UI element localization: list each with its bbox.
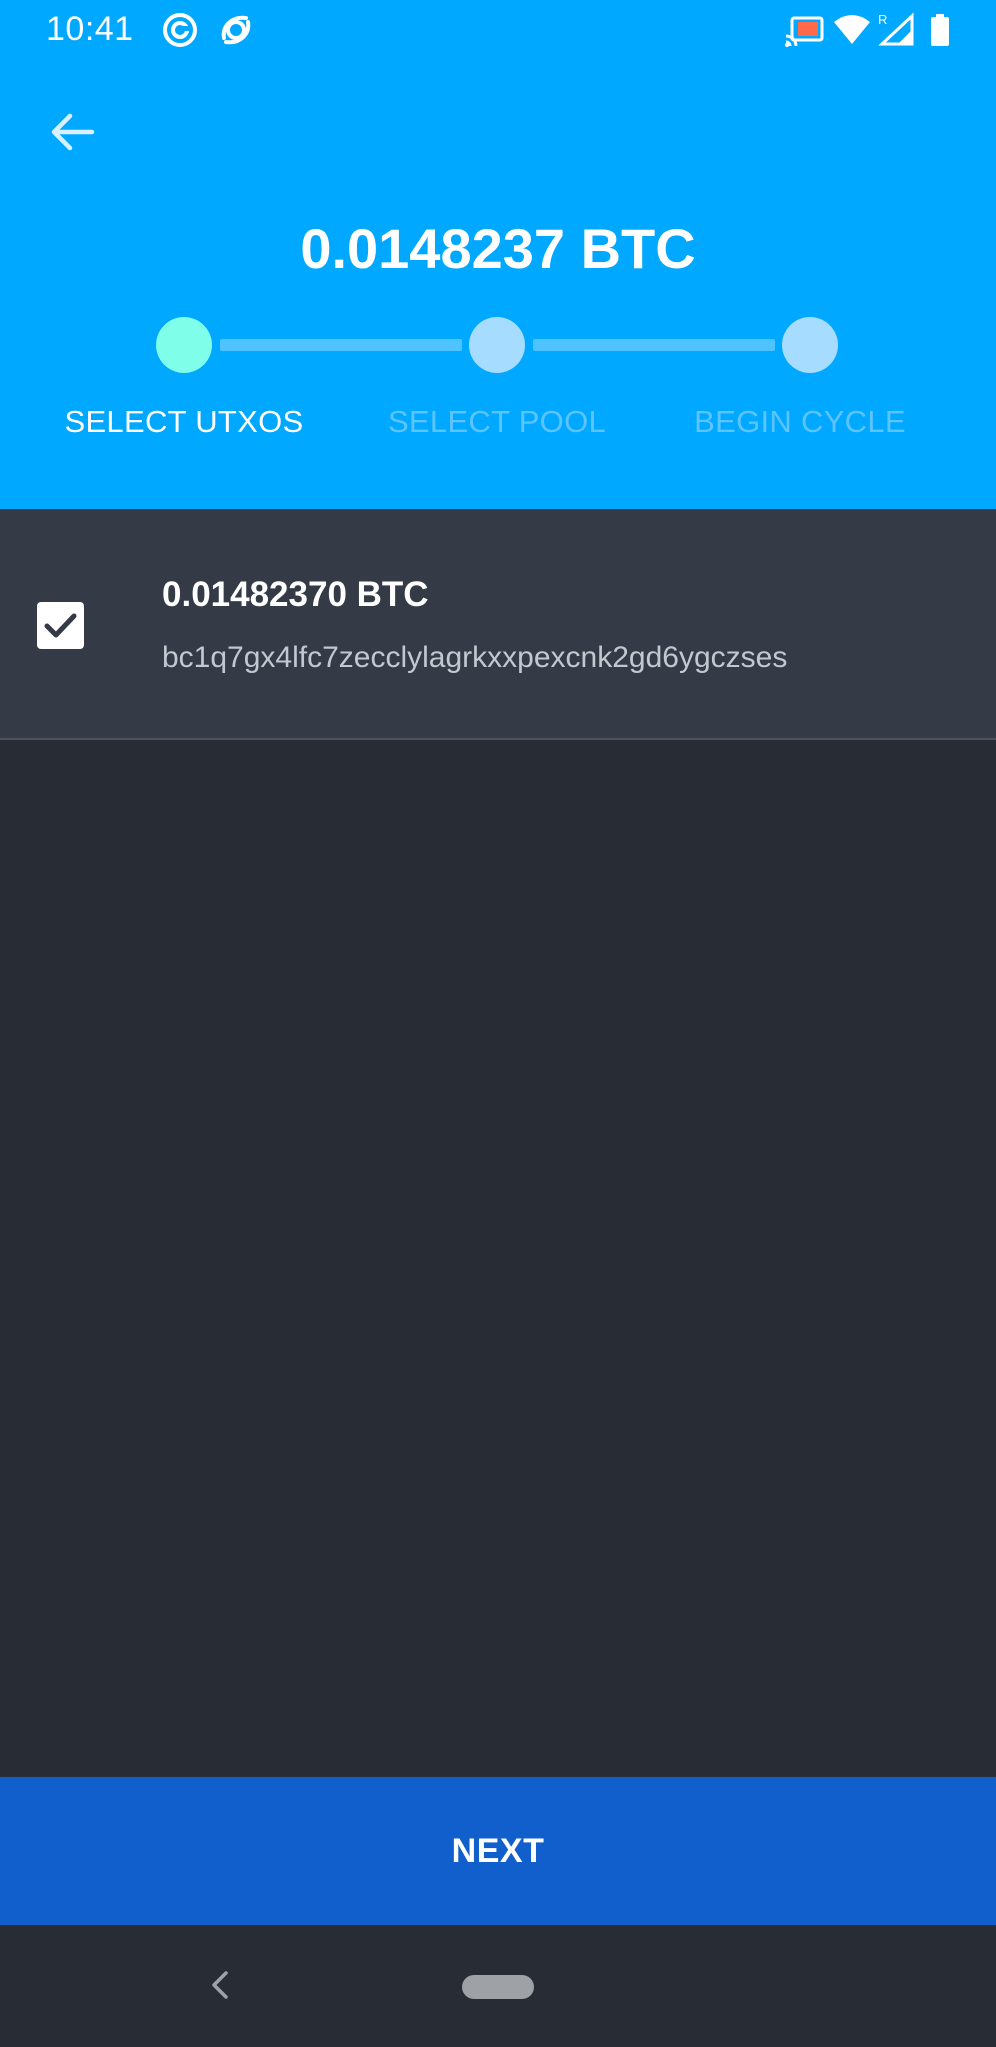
status-bar: 10:41 R <box>0 0 996 62</box>
battery-icon <box>928 12 952 48</box>
svg-text:R: R <box>878 12 887 27</box>
screen: 10:41 R 0.0148237 BTC SELECT UTXOS SELEC… <box>0 0 996 2047</box>
chevron-left-icon <box>212 1971 228 1999</box>
arrow-left-icon <box>51 113 95 151</box>
header: 10:41 R 0.0148237 BTC SELECT UTXOS SELEC… <box>0 0 996 509</box>
cast-icon <box>784 12 826 48</box>
status-time: 10:41 <box>46 10 134 48</box>
stepper-track-1 <box>220 339 462 351</box>
utxo-checkbox[interactable] <box>37 602 84 649</box>
step-dot-select-utxos[interactable] <box>156 317 212 373</box>
step-dot-begin-cycle[interactable] <box>782 317 838 373</box>
utxo-list-item[interactable]: 0.01482370 BTC bc1q7gx4lfc7zecclylagrkxx… <box>0 509 996 740</box>
wifi-icon <box>832 12 872 48</box>
nav-back-button[interactable] <box>204 1965 238 2005</box>
swirl-app-icon <box>218 12 254 48</box>
step-label-begin-cycle: BEGIN CYCLE <box>694 404 906 439</box>
home-pill-icon[interactable] <box>462 1975 534 1999</box>
utxo-address: bc1q7gx4lfc7zecclylagrkxxpexcnk2gd6ygczs… <box>162 641 788 674</box>
stepper-track-2 <box>533 339 775 351</box>
step-label-select-pool: SELECT POOL <box>387 404 607 439</box>
check-icon <box>44 613 77 638</box>
utxo-amount: 0.01482370 BTC <box>162 575 429 614</box>
circle-app-icon <box>162 12 198 48</box>
back-button[interactable] <box>44 104 100 160</box>
next-button[interactable]: NEXT <box>0 1777 996 1925</box>
total-amount: 0.0148237 BTC <box>300 217 696 280</box>
step-label-select-utxos: SELECT UTXOS <box>64 404 304 439</box>
step-dot-select-pool[interactable] <box>469 317 525 373</box>
system-nav-bar <box>0 1925 996 2047</box>
signal-icon: R <box>876 12 916 48</box>
